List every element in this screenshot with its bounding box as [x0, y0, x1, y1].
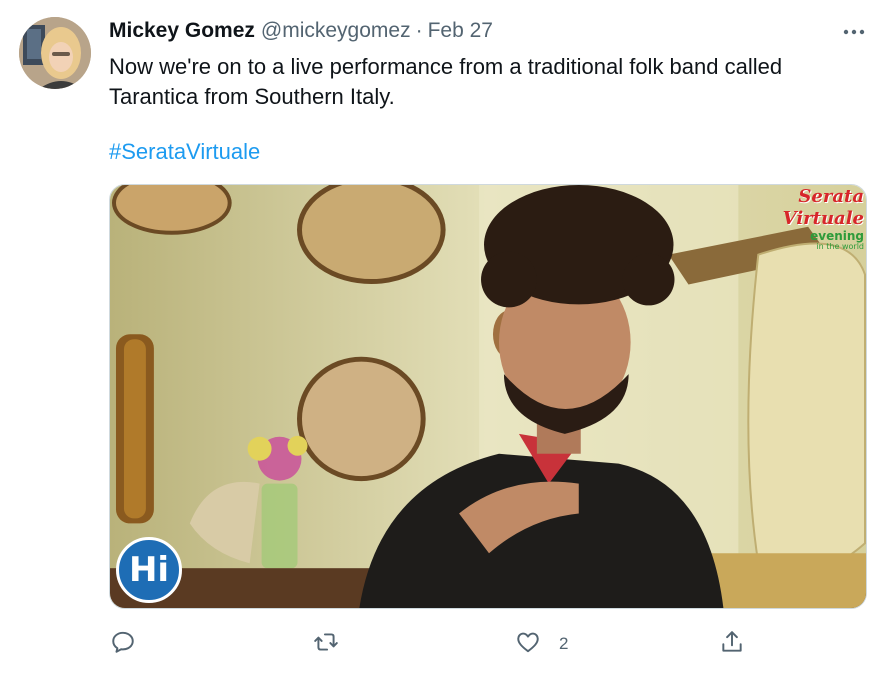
tweet-actions: 2	[0, 628, 894, 660]
author-handle[interactable]: @mickeygomez	[261, 19, 411, 43]
share-button[interactable]	[719, 628, 745, 660]
serata-virtuale-logo: Serata Virtuale evening in the world	[742, 186, 864, 251]
retweet-button[interactable]	[313, 628, 339, 660]
reply-button[interactable]	[110, 628, 136, 660]
author-name[interactable]: Mickey Gomez	[109, 19, 255, 43]
heart-icon	[515, 629, 541, 660]
tweet-text: Now we're on to a live performance from …	[109, 54, 783, 109]
badge-subtitle: evening	[810, 229, 864, 243]
more-options-icon[interactable]	[840, 18, 868, 46]
like-button[interactable]: 2	[515, 628, 568, 660]
separator-dot: ·	[415, 19, 423, 42]
avatar[interactable]	[19, 17, 91, 89]
channel-logo: Hi	[116, 537, 182, 603]
tweet-header: Mickey Gomez @mickeygomez · Feb 27	[109, 19, 493, 45]
like-count: 2	[559, 634, 569, 653]
badge-title: Serata Virtuale	[782, 186, 864, 229]
share-icon	[719, 629, 745, 660]
hashtag-link[interactable]: #SerataVirtuale	[109, 137, 260, 167]
tweet-date[interactable]: Feb 27	[428, 19, 493, 43]
badge-tagline: in the world	[816, 242, 864, 251]
retweet-icon	[313, 629, 339, 660]
reply-icon	[110, 629, 136, 660]
channel-logo-text: Hi	[128, 550, 170, 590]
